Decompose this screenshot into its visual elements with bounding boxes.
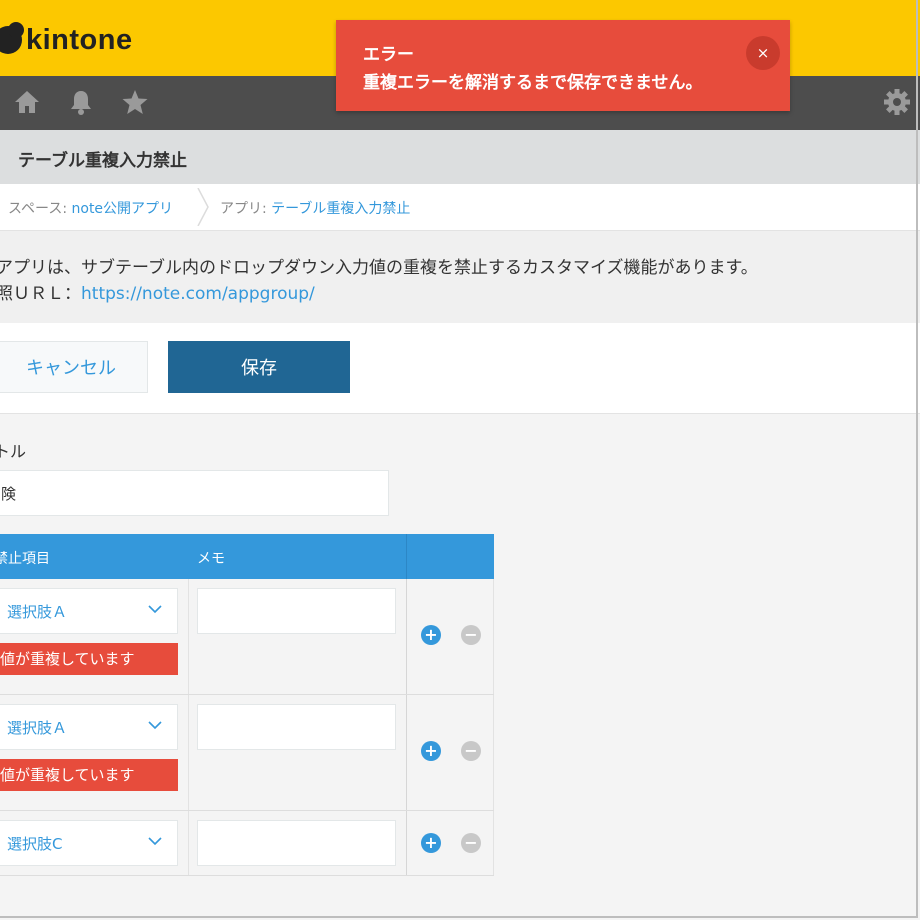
logo-text: kintone <box>26 23 133 56</box>
breadcrumb-space-label: スペース: <box>8 201 72 217</box>
add-row-glyph: + <box>424 833 438 852</box>
duplicate-error-message: 値が重複しています <box>0 759 178 791</box>
app-title: テーブル重複入力禁止 <box>18 151 187 171</box>
title-input[interactable]: 険 <box>0 470 389 516</box>
kintone-logo[interactable]: kintone <box>0 22 133 58</box>
description-line-1: アプリは、サブテーブル内のドロップダウン入力値の重複を禁止するカスタマイズ機能が… <box>0 258 758 278</box>
cell-divider <box>406 811 407 875</box>
toast-title: エラー <box>363 45 414 65</box>
chevron-down-icon <box>148 605 162 614</box>
gear-icon[interactable] <box>882 87 912 117</box>
table-row: 選択肢Ａ 値が重複しています + − <box>0 695 494 811</box>
cell-divider <box>493 579 494 694</box>
remove-row-glyph: − <box>464 741 478 760</box>
app-description: アプリは、サブテーブル内のドロップダウン入力値の重複を禁止するカスタマイズ機能が… <box>0 231 920 324</box>
dropdown-select[interactable]: 選択肢Ａ <box>0 588 178 634</box>
subtable-header: 禁止項目 メモ <box>0 534 494 579</box>
bell-icon[interactable] <box>66 87 96 117</box>
memo-input[interactable] <box>197 704 396 750</box>
add-row-glyph: + <box>424 625 438 644</box>
cell-divider <box>406 695 407 810</box>
remove-row-icon[interactable]: − <box>461 741 481 761</box>
cell-divider <box>188 579 189 694</box>
add-row-icon[interactable]: + <box>421 741 441 761</box>
header-memo: メモ <box>197 551 225 567</box>
chevron-down-icon <box>148 837 162 846</box>
breadcrumb-app-link[interactable]: テーブル重複入力禁止 <box>271 201 410 217</box>
breadcrumb-app-label: アプリ: <box>220 201 272 217</box>
dropdown-select[interactable]: 選択肢Ａ <box>0 704 178 750</box>
remove-row-glyph: − <box>464 833 478 852</box>
table-row: 選択肢Ａ 値が重複しています + − <box>0 579 494 695</box>
home-icon[interactable] <box>12 87 42 117</box>
remove-row-icon[interactable]: − <box>461 833 481 853</box>
duplicate-error-message: 値が重複しています <box>0 643 178 675</box>
table-row: 選択肢C + − <box>0 811 494 876</box>
remove-row-glyph: − <box>464 625 478 644</box>
kintone-logo-icon <box>0 22 24 54</box>
cell-divider <box>188 695 189 810</box>
error-toast: エラー 重複エラーを解消するまで保存できません。 × <box>336 20 790 111</box>
remove-row-icon[interactable]: − <box>461 625 481 645</box>
cell-divider <box>188 811 189 875</box>
header-prohibited-item: 禁止項目 <box>0 551 50 567</box>
breadcrumb-separator-icon <box>197 188 209 226</box>
description-url-link[interactable]: https://note.com/appgroup/ <box>81 284 315 304</box>
cell-divider <box>493 695 494 810</box>
close-icon[interactable]: × <box>746 36 780 70</box>
add-row-icon[interactable]: + <box>421 625 441 645</box>
memo-input[interactable] <box>197 820 396 866</box>
memo-input[interactable] <box>197 588 396 634</box>
breadcrumb-space-link[interactable]: note公開アプリ <box>72 201 174 217</box>
add-row-icon[interactable]: + <box>421 833 441 853</box>
breadcrumb-app: アプリ: テーブル重複入力禁止 <box>220 198 410 218</box>
save-button[interactable]: 保存 <box>168 341 350 393</box>
toast-message: 重複エラーを解消するまで保存できません。 <box>363 73 703 93</box>
breadcrumb-space: スペース: note公開アプリ <box>8 198 173 218</box>
star-icon[interactable] <box>120 87 150 117</box>
description-line-2: 照ＵＲＬ：https://note.com/appgroup/ <box>0 279 315 304</box>
app-title-bar: テーブル重複入力禁止 <box>0 130 920 185</box>
breadcrumb: スペース: note公開アプリ アプリ: テーブル重複入力禁止 <box>0 184 920 231</box>
dropdown-value: 選択肢Ａ <box>7 603 68 621</box>
action-bar: キャンセル 保存 <box>0 323 920 414</box>
header-divider <box>406 534 407 579</box>
cancel-button[interactable]: キャンセル <box>0 341 148 393</box>
dropdown-value: 選択肢C <box>7 835 63 853</box>
title-field-label: トル <box>0 442 27 461</box>
cell-divider <box>493 811 494 875</box>
add-row-glyph: + <box>424 741 438 760</box>
chevron-down-icon <box>148 721 162 730</box>
dropdown-value: 選択肢Ａ <box>7 719 68 737</box>
dropdown-select[interactable]: 選択肢C <box>0 820 178 866</box>
description-url-label: 照ＵＲＬ： <box>0 284 81 304</box>
cell-divider <box>406 579 407 694</box>
